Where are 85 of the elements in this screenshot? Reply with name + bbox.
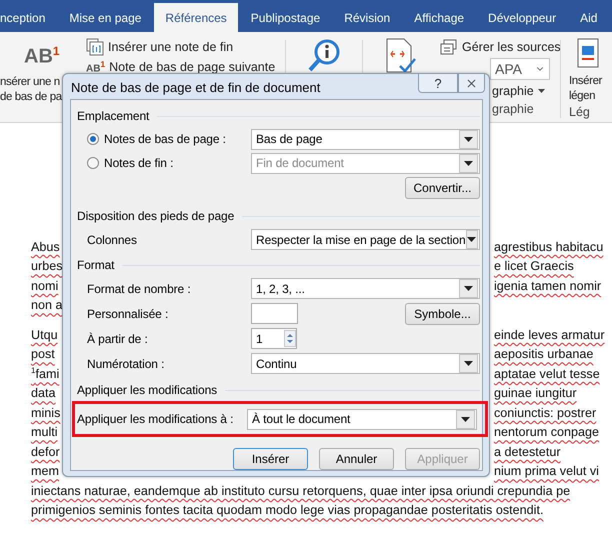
document-text: mem: [31, 464, 59, 478]
document-text: e licet Graecis: [494, 259, 574, 274]
close-icon[interactable]: [465, 76, 478, 90]
bibliography-button[interactable]: graphie: [492, 84, 534, 98]
style-dropdown[interactable]: APA: [490, 58, 550, 80]
dialog-button[interactable]: Insérer: [233, 448, 308, 470]
help-button[interactable]: ?: [418, 74, 458, 93]
ribbon-tab[interactable]: Publipostage: [240, 3, 332, 32]
dialog-button[interactable]: Annuler: [319, 448, 394, 470]
document-text: urbes: [31, 259, 63, 274]
group-label: Lég: [569, 105, 590, 119]
document-text: minis: [31, 406, 60, 420]
document-text: igenia tamen nomir: [494, 278, 602, 293]
field-label: À partir de :: [87, 332, 149, 346]
caption-icon[interactable]: [577, 38, 599, 68]
field-label: Appliquer les modifications à :: [77, 412, 234, 426]
ribbon-tab[interactable]: Mise en page: [58, 3, 152, 32]
document-text: data: [31, 386, 56, 400]
ribbon-tab[interactable]: Révision: [333, 3, 402, 32]
section-heading: Appliquer les modifications: [77, 383, 218, 397]
document-text: nentorum conpage: [494, 425, 600, 440]
ribbon-tab[interactable]: nception: [0, 3, 56, 32]
button-label[interactable]: Insérer: [569, 74, 602, 89]
dropdown-field[interactable]: 1, 2, 3, ...: [251, 278, 480, 299]
group-label: graphie: [492, 102, 534, 116]
field-label: Format de nombre :: [87, 282, 192, 296]
document-text: a detestetur: [494, 444, 561, 459]
dropdown-field[interactable]: Continu: [251, 353, 480, 374]
section-heading: Disposition des pieds de page: [77, 209, 234, 223]
endnote-icon[interactable]: [86, 38, 104, 56]
dropdown-field[interactable]: À tout le document: [247, 408, 477, 430]
dropdown-arrow-icon[interactable]: [461, 416, 470, 422]
next-footnote-icon[interactable]: AB$^{1}$: [86, 59, 106, 75]
document-text: coniunctis: postrer: [494, 406, 596, 420]
radio-label[interactable]: Notes de bas de page :: [104, 132, 226, 146]
document-text: nium prima velut vi: [494, 464, 599, 478]
dropdown-arrow-icon[interactable]: [464, 136, 473, 142]
ribbon-tab[interactable]: Affichage: [403, 3, 476, 32]
footnote-icon[interactable]: AB$^{1}$: [24, 44, 60, 69]
dropdown-field[interactable]: Respecter la mise en page de la section: [251, 229, 480, 250]
field-label: Personnalisée :: [87, 306, 170, 320]
document-text: guinae iungitur: [494, 386, 577, 400]
ribbon-tab[interactable]: Développeur: [477, 3, 568, 32]
search-info-icon[interactable]: [306, 38, 342, 74]
ribbon-tab[interactable]: Aid: [569, 3, 608, 32]
document-text: nomi: [31, 278, 58, 293]
radio-button[interactable]: [87, 133, 99, 145]
manage-sources-button[interactable]: Gérer les sources: [462, 40, 561, 54]
document-text: iniectans naturae, eandemque ab instituto cursu retorquens, quae inter ipsa oriundi crepundia pe: [31, 484, 570, 498]
button-label[interactable]: nsérer une n: [0, 74, 60, 90]
field-label: Numérotation :: [87, 356, 166, 370]
document-text: aepositis urbanae: [494, 347, 594, 362]
convert-button[interactable]: Convertir...: [405, 177, 480, 199]
spinner-arrows-icon[interactable]: [284, 330, 296, 347]
button-label[interactable]: légen: [569, 89, 596, 104]
caret-icon[interactable]: [538, 89, 545, 93]
sources-icon[interactable]: [440, 39, 458, 55]
section-heading: Format: [77, 258, 114, 272]
document-text: einde leves armatur: [494, 328, 605, 342]
document-text: Utqu: [31, 328, 58, 342]
insert-endnote-button[interactable]: Insérer une note de fin: [108, 40, 234, 54]
document-text: defor: [31, 444, 60, 459]
dropdown-arrow-icon[interactable]: [464, 361, 473, 366]
document-text: Abus: [31, 240, 60, 254]
number-field[interactable]: 1: [251, 328, 297, 349]
symbol-button[interactable]: Symbole...: [405, 302, 480, 324]
document-text: $^{1}$fami: [31, 366, 60, 382]
close-button[interactable]: [458, 74, 485, 93]
ribbon-tab[interactable]: Références: [154, 3, 238, 32]
dropdown-arrow-icon[interactable]: [467, 237, 476, 242]
document-text: post: [31, 347, 55, 362]
field-label: Colonnes: [87, 232, 138, 246]
dropdown-field[interactable]: Bas de page: [251, 128, 480, 150]
dialog-title: Note de bas de page et de fin de document: [70, 79, 322, 95]
input-field[interactable]: [251, 303, 298, 324]
dropdown-arrow-icon[interactable]: [464, 286, 473, 291]
document-text: multi: [31, 425, 58, 440]
section-heading: Emplacement: [77, 109, 150, 123]
document-text: non a: [31, 298, 63, 312]
document-text: agrestibus habitacu: [494, 240, 604, 254]
document-check-icon[interactable]: [384, 38, 416, 74]
button-label[interactable]: de bas de pa: [0, 90, 62, 105]
next-footnote-button[interactable]: Note de bas de page suivante: [109, 60, 276, 74]
document-text: aptatae velut tesse: [494, 366, 600, 381]
document-text: primigenios seminis fontes tacita quodam modo lege vias propagandae posteritatis ostendit.: [31, 503, 544, 518]
